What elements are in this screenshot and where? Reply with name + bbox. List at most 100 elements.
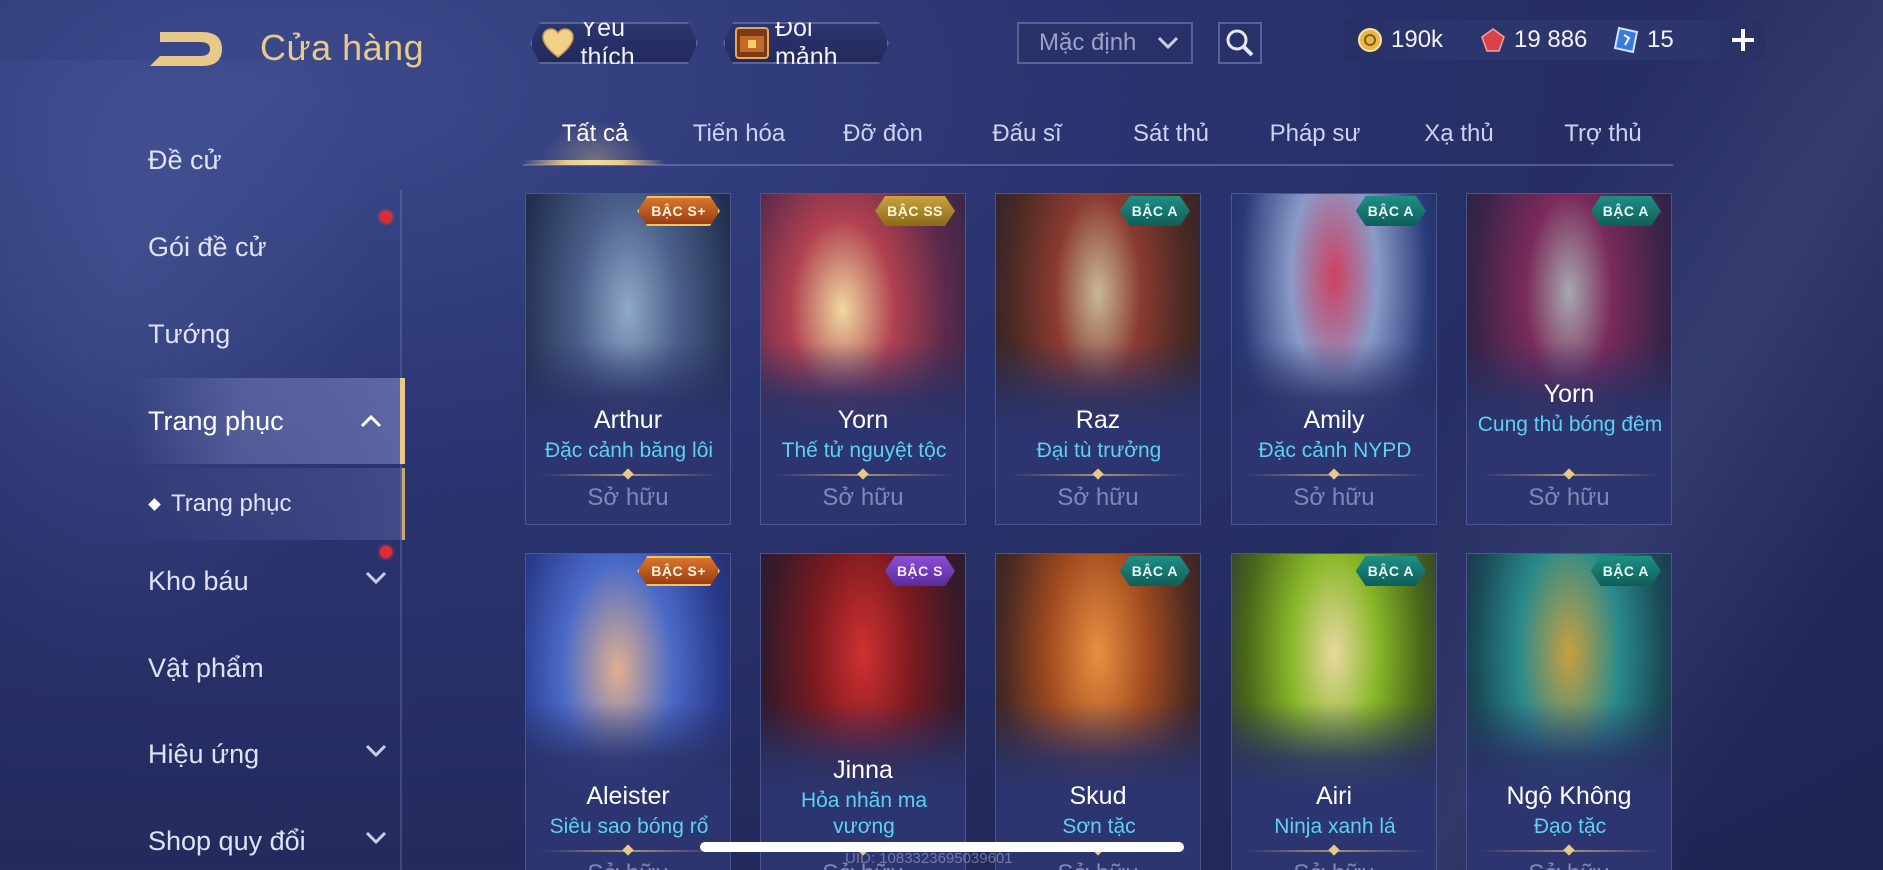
sort-dropdown[interactable]: Mặc định — [1017, 22, 1193, 64]
bullet-diamond-icon — [148, 497, 161, 511]
skin-name: Cung thủ bóng đêm — [1477, 413, 1663, 436]
sidebar-item-items[interactable]: Vật phẩm — [130, 636, 405, 700]
skin-card[interactable]: BẬC SS Yorn Thế tử nguyệt tộc Sở hữu — [760, 193, 966, 525]
owned-label: Sở hữu — [1232, 860, 1436, 870]
owned-label: Sở hữu — [1467, 860, 1671, 870]
heart-icon — [540, 24, 577, 62]
hero-name: Skud — [1069, 782, 1127, 810]
search-button[interactable] — [1218, 22, 1262, 64]
tab-mage[interactable]: Pháp sư — [1243, 120, 1387, 148]
skin-name: Đạo tặc — [1533, 815, 1607, 838]
exchange-label: Đổi mảnh — [775, 14, 838, 71]
skin-name: Đặc cảnh băng lôi — [544, 439, 714, 462]
owned-label: Sở hữu — [1057, 484, 1139, 511]
favorites-button[interactable]: Yêu thích — [530, 22, 698, 64]
sidebar-item-skins[interactable]: Trang phục — [130, 378, 405, 464]
rank-badge: BẬC A — [1356, 556, 1426, 586]
skin-card[interactable]: BẬC S+ Arthur Đặc cảnh băng lôi Sở hữu — [525, 193, 731, 525]
sidebar-item-label: Gói đề cử — [148, 231, 267, 262]
skin-card[interactable]: BẬC S+ Aleister Siêu sao bóng rổ Sở hữu — [525, 553, 731, 870]
back-button[interactable] — [146, 26, 228, 72]
tab-fighter[interactable]: Đấu sĩ — [955, 120, 1099, 148]
owned-label: Sở hữu — [587, 484, 669, 511]
skin-card[interactable]: BẬC A Raz Đại tù trưởng Sở hữu — [995, 193, 1201, 525]
skin-name: Đại tù trưởng — [1036, 439, 1162, 462]
hero-name: Yorn — [1543, 380, 1595, 408]
uid-label: UID: 1083323695039601 — [845, 850, 1013, 867]
skin-card[interactable]: BẬC S Jinna Hỏa nhãn ma vương Sở hữu — [760, 553, 966, 870]
skin-name: Sơn tặc — [1062, 815, 1136, 838]
skin-name: Hỏa nhãn ma vương — [800, 789, 928, 838]
rank-badge: BẬC S+ — [637, 196, 720, 226]
sidebar-item-label: Tướng — [148, 318, 231, 349]
ticket-currency: 15 — [1613, 26, 1674, 54]
sidebar-item-exchange-shop[interactable]: Shop quy đổi — [130, 809, 405, 870]
skin-card[interactable]: BẬC A Airi Ninja xanh lá Sở hữu — [1231, 553, 1437, 870]
exchange-fragments-button[interactable]: Đổi mảnh — [723, 22, 889, 64]
tab-tank[interactable]: Đỡ đòn — [811, 120, 955, 148]
sidebar-item-treasure[interactable]: Kho báu — [130, 549, 405, 613]
currency-bar: 190k 19 886 15 — [1345, 20, 1765, 60]
home-indicator[interactable] — [700, 842, 1184, 852]
sidebar-item-effects[interactable]: Hiệu ứng — [130, 722, 405, 786]
rank-badge: BẬC A — [1120, 196, 1190, 226]
sidebar-item-label: Đề cử — [148, 144, 222, 175]
hero-name: Ngộ Không — [1506, 782, 1632, 810]
card-divider — [540, 850, 718, 852]
back-arrow-icon — [150, 32, 222, 66]
sidebar-item-label: Vật phẩm — [148, 652, 264, 683]
tab-support[interactable]: Trợ thủ — [1531, 120, 1675, 148]
skin-name: Ninja xanh lá — [1274, 815, 1396, 838]
tab-assassin[interactable]: Sát thủ — [1099, 120, 1243, 148]
gold-coin-icon — [1358, 28, 1382, 52]
sidebar-item-heroes[interactable]: Tướng — [130, 302, 405, 366]
treasure-chest-icon — [733, 24, 771, 62]
card-divider — [1481, 474, 1659, 476]
tab-all[interactable]: Tất cả — [523, 120, 667, 148]
card-divider — [775, 474, 953, 476]
gem-currency: 19 886 — [1480, 26, 1587, 54]
ticket-amount: 15 — [1647, 26, 1674, 53]
owned-label: Sở hữu — [1293, 484, 1375, 511]
skin-card[interactable]: BẬC A Amily Đặc cảnh NYPD Sở hữu — [1231, 193, 1437, 525]
skin-card[interactable]: BẬC A Ngộ Không Đạo tặc Sở hữu — [1466, 553, 1672, 870]
red-gem-icon — [1481, 28, 1505, 52]
card-divider — [1246, 474, 1424, 476]
sidebar-item-recommended[interactable]: Đề cử — [130, 128, 405, 192]
rank-badge: BẬC SS — [875, 196, 955, 226]
skin-name: Thế tử nguyệt tộc — [781, 439, 947, 462]
chevron-up-icon — [360, 414, 382, 428]
hero-name: Airi — [1315, 782, 1353, 810]
sidebar-item-label: Trang phục — [171, 490, 292, 517]
owned-label: Sở hữu — [526, 860, 730, 870]
add-currency-button[interactable] — [1723, 20, 1763, 60]
tab-evolution[interactable]: Tiến hóa — [667, 120, 811, 148]
owned-label: Sở hữu — [822, 484, 904, 511]
gold-currency: 190k — [1357, 26, 1443, 54]
chevron-down-icon — [1157, 36, 1179, 50]
notification-dot — [380, 546, 392, 558]
sidebar-item-recommended-packs[interactable]: Gói đề cử — [130, 215, 405, 279]
active-tab-underline — [523, 160, 665, 165]
gold-amount: 190k — [1391, 26, 1444, 53]
sidebar-item-label: Kho báu — [148, 565, 249, 596]
favorites-label: Yêu thích — [580, 14, 635, 71]
chevron-down-icon — [365, 831, 387, 845]
sidebar-item-label: Hiệu ứng — [148, 738, 260, 769]
owned-label: Sở hữu — [1528, 484, 1610, 511]
skin-name: Siêu sao bóng rổ — [549, 815, 709, 838]
hero-name: Arthur — [593, 406, 663, 434]
sidebar-item-label: Shop quy đổi — [148, 825, 306, 856]
hero-name: Aleister — [586, 782, 670, 810]
hero-name: Amily — [1303, 406, 1365, 434]
card-divider — [1481, 850, 1659, 852]
gem-amount: 19 886 — [1514, 26, 1588, 53]
chevron-down-icon — [365, 571, 387, 585]
owned-label: Sở hữu — [996, 860, 1200, 870]
skin-card[interactable]: BẬC A Yorn Cung thủ bóng đêm Sở hữu — [1466, 193, 1672, 525]
tab-marksman[interactable]: Xạ thủ — [1387, 120, 1531, 148]
sidebar-subitem-skins[interactable]: Trang phục — [130, 468, 405, 540]
rank-badge: BẬC A — [1591, 556, 1661, 586]
skin-card[interactable]: BẬC A Skud Sơn tặc Sở hữu — [995, 553, 1201, 870]
plus-icon — [1732, 29, 1754, 51]
